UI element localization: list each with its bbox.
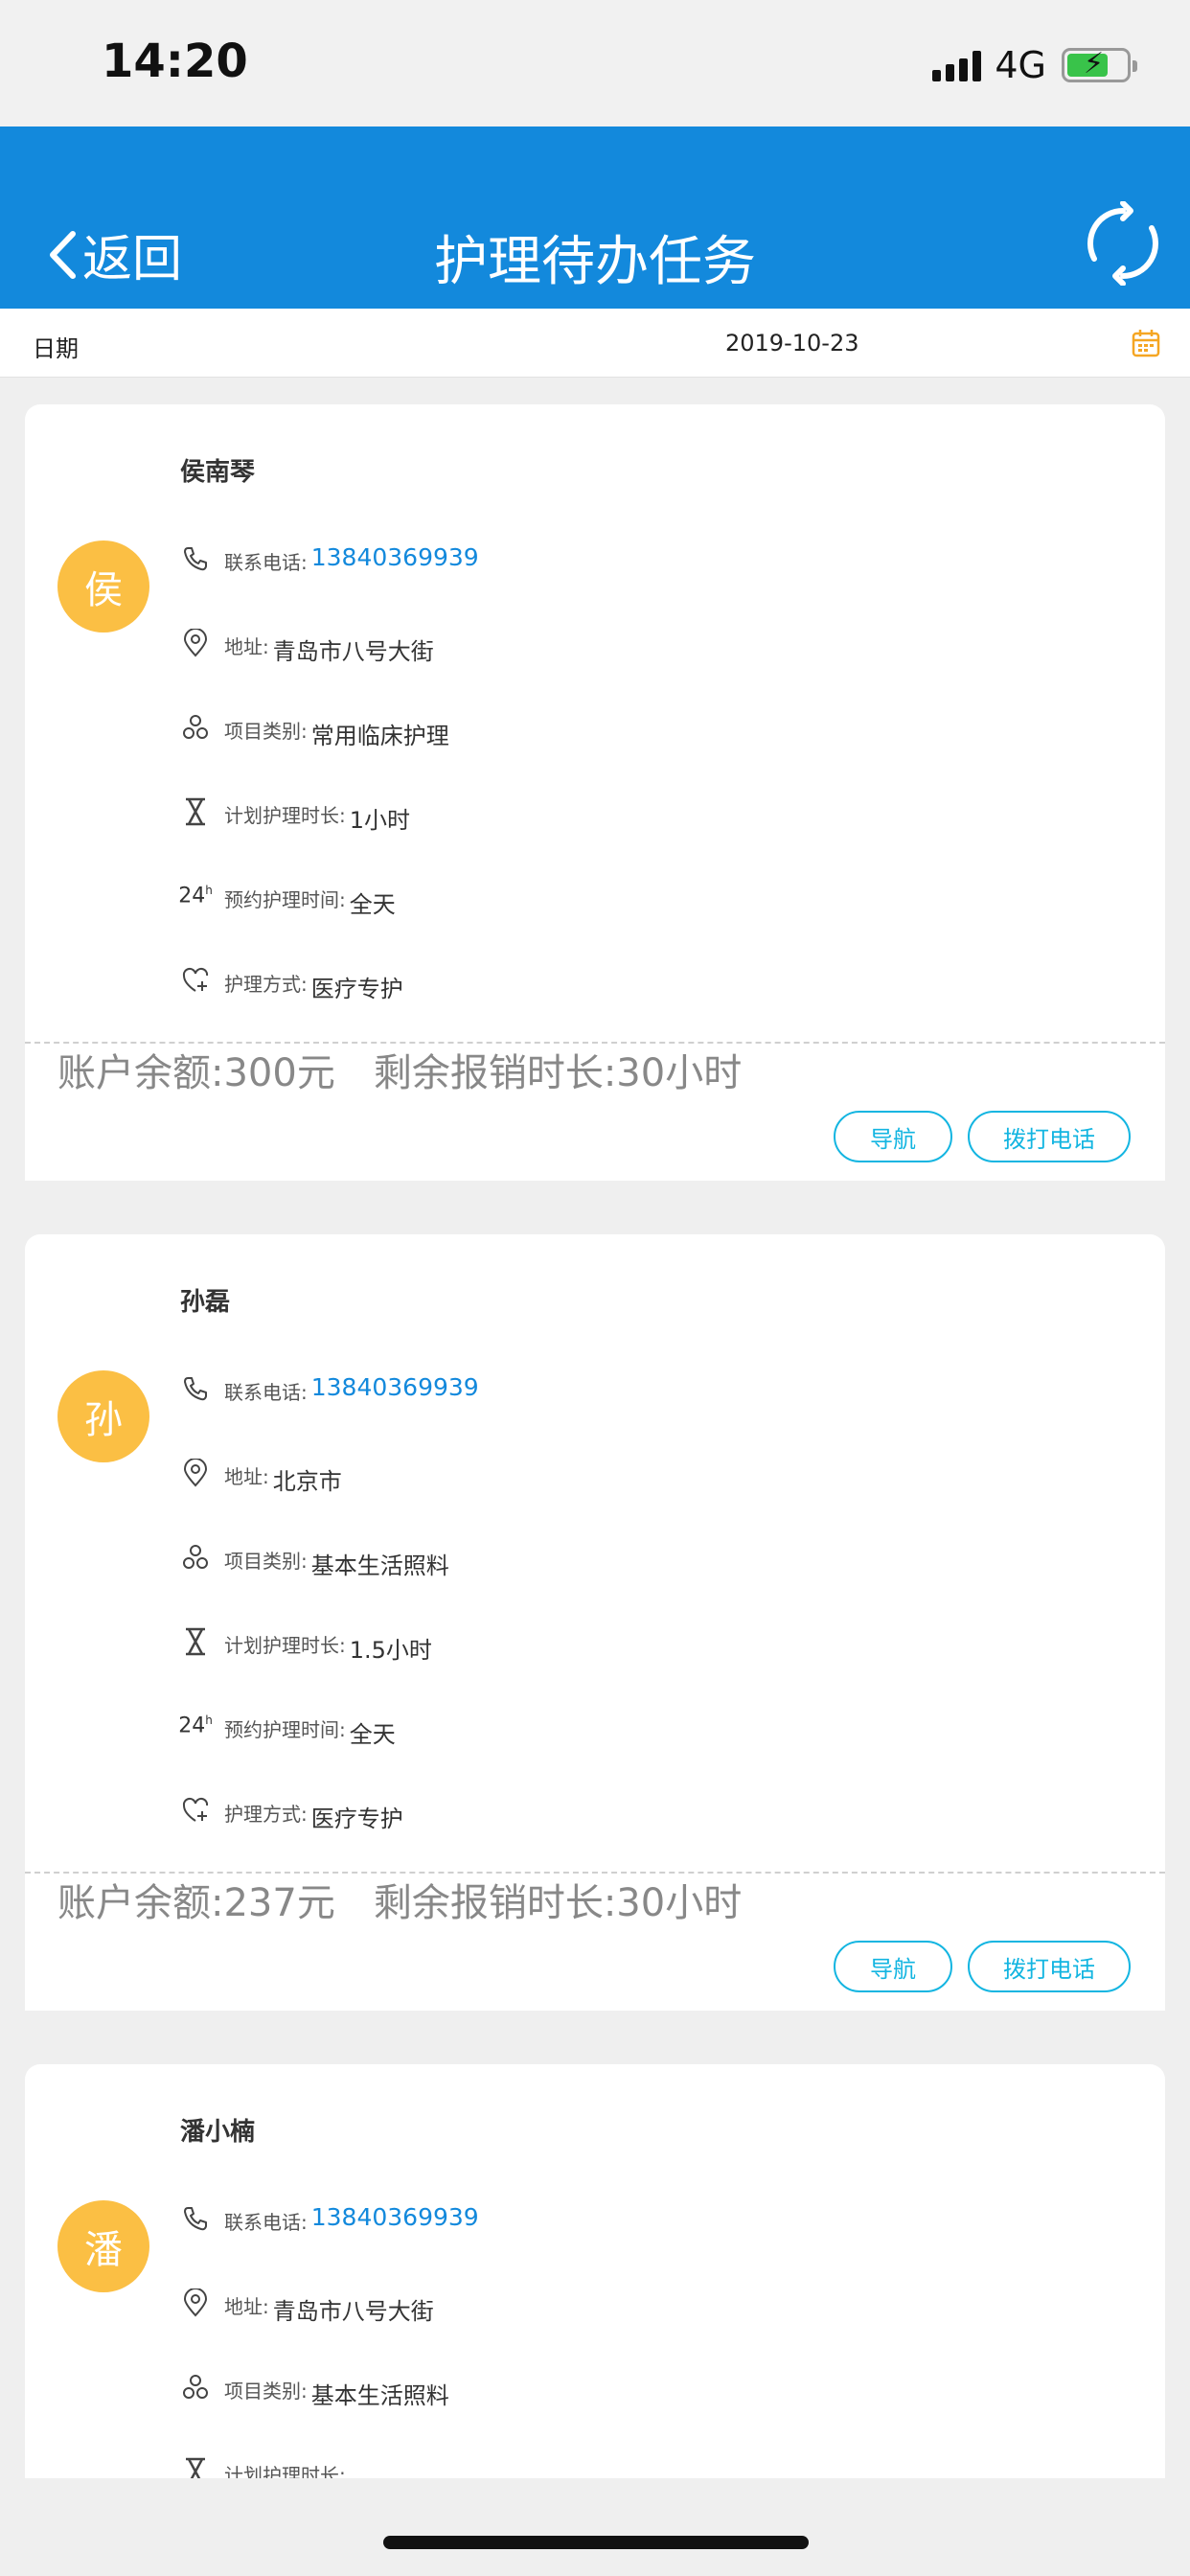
- patient-name: 潘小楠: [180, 2118, 256, 2147]
- category-label: 项目类别:: [224, 720, 308, 743]
- date-label: 日期: [33, 335, 79, 362]
- heart-plus-icon: [180, 965, 211, 996]
- signal-icon: [932, 49, 982, 81]
- phone-icon: [180, 2203, 211, 2234]
- navigate-button[interactable]: 导航: [834, 1111, 952, 1162]
- mode-row: 护理方式: 医疗专护: [180, 1795, 403, 1833]
- appointment-row: 24h 预约护理时间: 全天: [178, 881, 396, 919]
- home-indicator: [383, 2536, 809, 2549]
- status-bar: 14:20 4G ⚡: [0, 0, 1190, 126]
- page-title: 护理待办任务: [434, 231, 756, 293]
- address-row: 地址: 青岛市八号大街: [180, 2288, 434, 2326]
- mode-row: 护理方式: 医疗专护: [180, 965, 403, 1003]
- address-row: 地址: 青岛市八号大街: [180, 628, 434, 666]
- location-icon: [180, 2288, 211, 2318]
- navigate-button[interactable]: 导航: [834, 1941, 952, 1992]
- category-value: 常用临床护理: [310, 723, 449, 749]
- avatar: 侯: [57, 540, 149, 632]
- category-value: 基本生活照料: [310, 2382, 449, 2409]
- phone-row: 联系电话: 13840369939: [180, 1373, 479, 1412]
- mode-value: 医疗专护: [310, 976, 403, 1002]
- phone-label: 联系电话:: [224, 1381, 308, 1404]
- duration-value: 1.5小时: [349, 1637, 432, 1664]
- patient-name: 侯南琴: [180, 458, 256, 487]
- phone-label: 联系电话:: [224, 551, 308, 574]
- avatar: 孙: [57, 1370, 149, 1462]
- task-card[interactable]: 侯 侯南琴 联系电话: 13840369939 地址: 青岛市八号大街 项目类别…: [25, 404, 1165, 1181]
- task-card-footer: 账户余额:237元 剩余报销时长:30小时 导航 拨打电话: [25, 1872, 1165, 2011]
- phone-value[interactable]: 13840369939: [311, 2203, 479, 2231]
- mode-value: 医疗专护: [310, 1806, 403, 1832]
- account-summary: 账户余额:300元 剩余报销时长:30小时: [57, 1042, 780, 1097]
- appointment-label: 预约护理时间:: [224, 1718, 346, 1741]
- task-card[interactable]: 孙 孙磊 联系电话: 13840369939 地址: 北京市 项目类别: 基本生…: [25, 1234, 1165, 2011]
- duration-label: 计划护理时长:: [224, 804, 346, 827]
- avatar: 潘: [57, 2200, 149, 2292]
- task-card-info: 侯 侯南琴 联系电话: 13840369939 地址: 青岛市八号大街 项目类别…: [25, 404, 1165, 1042]
- phone-icon: [180, 543, 211, 574]
- category-row: 项目类别: 常用临床护理: [180, 712, 449, 750]
- address-label: 地址:: [224, 2295, 269, 2318]
- calendar-icon[interactable]: [1131, 328, 1161, 358]
- appointment-value: 全天: [349, 1721, 396, 1748]
- phone-row: 联系电话: 13840369939: [180, 2203, 479, 2242]
- phone-value[interactable]: 13840369939: [311, 543, 479, 571]
- category-row: 项目类别: 基本生活照料: [180, 1542, 449, 1580]
- account-balance: 账户余额:237元: [57, 1881, 335, 1925]
- category-value: 基本生活照料: [310, 1552, 449, 1579]
- address-value: 青岛市八号大街: [272, 638, 434, 665]
- location-icon: [180, 1458, 211, 1488]
- appointment-row: 24h 预约护理时间: 全天: [178, 1711, 396, 1749]
- battery-icon: ⚡: [1062, 47, 1137, 82]
- location-icon: [180, 628, 211, 658]
- call-button[interactable]: 拨打电话: [968, 1111, 1131, 1162]
- bottom-safe-area: [0, 2478, 1190, 2576]
- date-filter-bar[interactable]: 日期 2019-10-23: [0, 309, 1190, 378]
- duration-row: 计划护理时长: 1小时: [180, 796, 410, 835]
- duration-value: 1小时: [349, 807, 411, 834]
- remaining-hours: 剩余报销时长:30小时: [373, 1881, 743, 1925]
- address-label: 地址:: [224, 1465, 269, 1488]
- refresh-icon[interactable]: [1081, 201, 1165, 286]
- appointment-label: 预约护理时间:: [224, 888, 346, 911]
- 24h-icon: 24h: [178, 884, 213, 908]
- network-type: 4G: [995, 44, 1046, 86]
- heart-plus-icon: [180, 1795, 211, 1826]
- phone-icon: [180, 1373, 211, 1404]
- status-indicators: 4G ⚡: [932, 44, 1137, 86]
- category-icon: [180, 712, 211, 743]
- appointment-value: 全天: [349, 891, 396, 918]
- category-label: 项目类别:: [224, 1550, 308, 1573]
- patient-name: 孙磊: [180, 1288, 231, 1317]
- call-button[interactable]: 拨打电话: [968, 1941, 1131, 1992]
- address-row: 地址: 北京市: [180, 1458, 342, 1496]
- navigation-bar: 返回 护理待办任务: [0, 126, 1190, 309]
- phone-value[interactable]: 13840369939: [311, 1373, 479, 1401]
- 24h-icon: 24h: [178, 1714, 213, 1738]
- task-card-info: 孙 孙磊 联系电话: 13840369939 地址: 北京市 项目类别: 基本生…: [25, 1234, 1165, 1872]
- account-summary: 账户余额:237元 剩余报销时长:30小时: [57, 1872, 780, 1927]
- date-value[interactable]: 2019-10-23: [725, 330, 858, 356]
- duration-row: 计划护理时长: 1.5小时: [180, 1626, 432, 1665]
- mode-label: 护理方式:: [224, 1803, 308, 1826]
- category-icon: [180, 1542, 211, 1573]
- category-label: 项目类别:: [224, 2380, 308, 2403]
- task-card-footer: 账户余额:300元 剩余报销时长:30小时 导航 拨打电话: [25, 1042, 1165, 1181]
- hourglass-icon: [180, 1626, 211, 1657]
- phone-label: 联系电话:: [224, 2211, 308, 2234]
- status-time: 14:20: [102, 34, 248, 88]
- phone-row: 联系电话: 13840369939: [180, 543, 479, 582]
- address-value: 北京市: [272, 1468, 342, 1495]
- account-balance: 账户余额:300元: [57, 1051, 335, 1095]
- address-value: 青岛市八号大街: [272, 2298, 434, 2325]
- category-row: 项目类别: 基本生活照料: [180, 2372, 449, 2410]
- mode-label: 护理方式:: [224, 973, 308, 996]
- hourglass-icon: [180, 796, 211, 827]
- category-icon: [180, 2372, 211, 2403]
- duration-label: 计划护理时长:: [224, 1634, 346, 1657]
- address-label: 地址:: [224, 635, 269, 658]
- remaining-hours: 剩余报销时长:30小时: [373, 1051, 743, 1095]
